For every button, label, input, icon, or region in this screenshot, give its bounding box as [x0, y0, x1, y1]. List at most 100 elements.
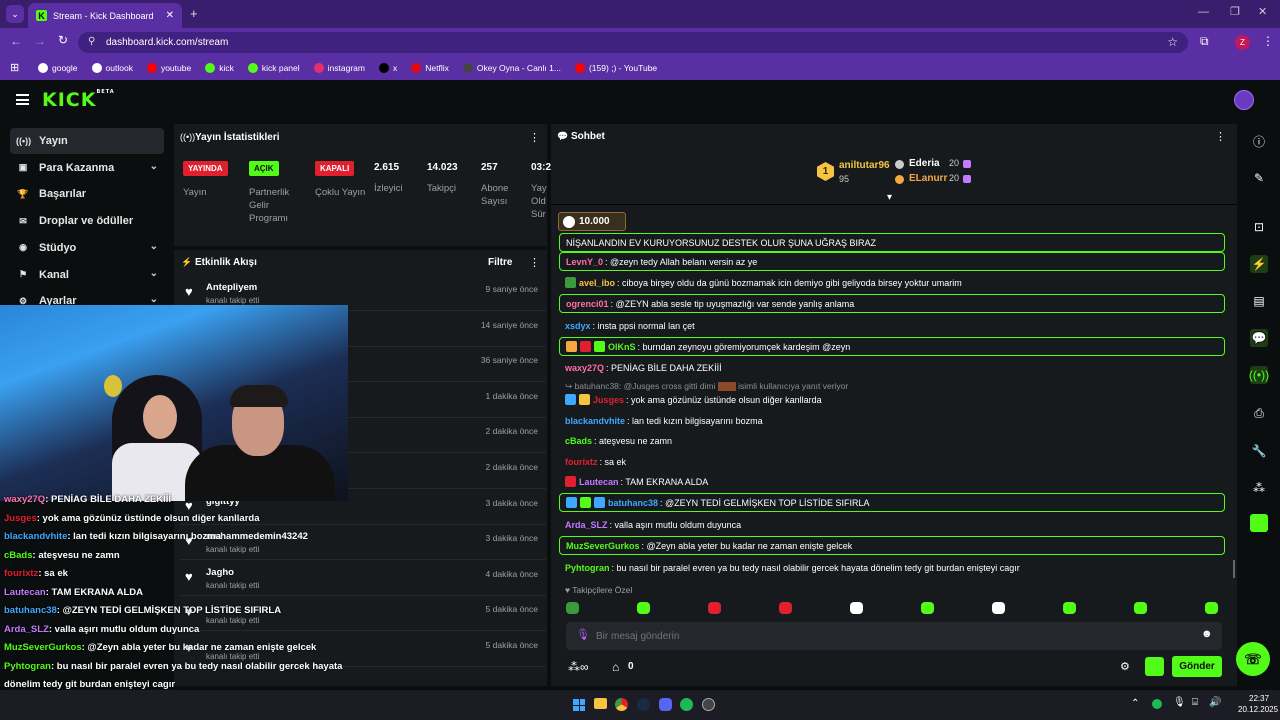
browser-tab[interactable]: K Stream - Kick Dashboard ✕	[28, 3, 182, 28]
apps-grid-icon[interactable]: ⊞	[10, 61, 19, 74]
chat-username[interactable]: avel_ibo	[579, 278, 615, 288]
emote-icon[interactable]	[992, 602, 1005, 614]
chat-username[interactable]: fourixtz	[565, 457, 598, 467]
file-explorer-icon[interactable]	[594, 698, 607, 709]
broadcast-rail-icon[interactable]: ((•))	[1249, 366, 1269, 384]
chat-message[interactable]: waxy27Q: PENİAG BİLE DAHA ZEKİİİ	[559, 358, 1225, 377]
activity-menu-icon[interactable]: ⋮	[529, 256, 540, 269]
user-avatar[interactable]	[1234, 90, 1254, 110]
activity-row[interactable]: ♥ Jagho kanalı takip etti 4 dakika önce	[180, 561, 546, 596]
wrench-icon[interactable]: 🔧	[1250, 442, 1268, 460]
spotify-icon[interactable]	[680, 698, 693, 711]
volume-icon[interactable]: 🔊	[1209, 697, 1221, 708]
chat-menu-icon[interactable]: ⋮	[1215, 130, 1226, 143]
forward-icon[interactable]: →	[34, 34, 46, 48]
chevron-down-icon[interactable]: ⌄	[150, 268, 158, 279]
extensions-icon[interactable]: ⧉	[1200, 34, 1209, 49]
chat-username[interactable]: Jusges	[593, 395, 624, 405]
url-field[interactable]: ⚲ dashboard.kick.com/stream ☆	[78, 32, 1188, 53]
emote-icon[interactable]	[637, 602, 650, 614]
chat-message[interactable]: cBads: ateşvesu ne zamn	[559, 431, 1225, 450]
chat-message[interactable]: OlKnS: burndan zeynoyu göremiyorumçek ka…	[559, 337, 1225, 356]
info-icon[interactable]: ⓘ	[1250, 132, 1268, 150]
chat-message[interactable]: xsdyx: insta ppsi normal lan çet	[559, 316, 1225, 335]
chat-message[interactable]: LevnY_0: @zeyn tedy Allah belanı versin …	[559, 252, 1225, 271]
chat-rail-icon[interactable]: 💬	[1250, 329, 1268, 347]
new-tab-button[interactable]: +	[190, 6, 198, 21]
sidebar-item[interactable]: 🏆 Başarılar	[10, 181, 164, 207]
tab-search-button[interactable]: ⌄	[6, 5, 24, 23]
reload-icon[interactable]: ↻	[58, 33, 68, 47]
chat-message[interactable]: fourixtz: sa ek	[559, 452, 1225, 471]
chat-username[interactable]: xsdyx	[565, 321, 591, 331]
bookmark-item[interactable]: kick	[205, 63, 234, 73]
bookmark-item[interactable]: google	[38, 63, 78, 73]
pinned-goal[interactable]: 10.000	[558, 212, 626, 231]
chat-username[interactable]: LevnY_0	[566, 257, 603, 267]
site-info-icon[interactable]: ⚲	[88, 36, 95, 47]
edit-icon[interactable]: ✎	[1250, 169, 1268, 187]
emote-icon[interactable]	[921, 602, 934, 614]
bookmark-item[interactable]: outlook	[91, 63, 133, 73]
chat-username[interactable]: waxy27Q	[565, 363, 604, 373]
close-window-button[interactable]: ✕	[1258, 5, 1267, 18]
emote-icon[interactable]	[779, 602, 792, 614]
chat-message[interactable]: batuhanc38: @ZEYN TEDİ GELMİŞKEN TOP LİS…	[559, 493, 1225, 512]
hamburger-menu-icon[interactable]	[16, 94, 29, 105]
gifter-name[interactable]: Ederia	[909, 158, 940, 169]
back-icon[interactable]: ←	[10, 34, 22, 48]
maximize-button[interactable]: ❐	[1230, 5, 1240, 18]
emote-icon[interactable]	[1063, 602, 1076, 614]
chat-username[interactable]: cBads	[565, 436, 592, 446]
chat-message[interactable]: MuzSeverGurkos: @Zeyn abla yeter bu kada…	[559, 536, 1225, 555]
sidebar-item[interactable]: ((•)) Yayın	[10, 128, 164, 154]
chevron-down-icon[interactable]: ⌄	[150, 161, 158, 172]
bookmark-star-icon[interactable]: ☆	[1167, 35, 1178, 49]
gifter-name[interactable]: aniltutar96	[839, 160, 890, 171]
sidebar-item[interactable]: ◉ Stüdyo ⌄	[10, 235, 164, 261]
chat-message[interactable]: Lautecan: TAM EKRANA ALDA	[559, 472, 1225, 491]
chat-username[interactable]: batuhanc38	[608, 498, 658, 508]
kick-logo[interactable]: KICKBETA	[42, 89, 115, 111]
chat-message[interactable]: blackandvhite: lan tedi kızın bilgisayar…	[559, 411, 1225, 430]
chat-username[interactable]: blackandvhite	[565, 416, 625, 426]
chat-message[interactable]: NİŞANLANDIN EV KURUYORSUNUZ DESTEK OLUR …	[559, 233, 1225, 252]
store-icon[interactable]: ⌂	[612, 660, 619, 674]
bookmark-item[interactable]: Okey Oyna - Canlı 1...	[462, 63, 561, 73]
emote-icon[interactable]	[1134, 602, 1147, 614]
chat-message-field[interactable]	[596, 627, 1156, 645]
mic-tray-icon[interactable]: 🎙	[1173, 697, 1186, 708]
chrome-icon[interactable]	[615, 698, 628, 711]
network-icon[interactable]: ⌸	[1192, 697, 1198, 708]
send-button[interactable]: Gönder	[1172, 656, 1222, 677]
tray-app-icon[interactable]	[1152, 699, 1162, 709]
browser-menu-icon[interactable]: ⋮	[1262, 34, 1274, 48]
steam-icon[interactable]	[637, 698, 650, 711]
emote-icon[interactable]	[850, 602, 863, 614]
chat-bot-icon[interactable]	[1145, 657, 1164, 676]
chevron-down-icon[interactable]: ⌄	[150, 241, 158, 252]
screenshot-icon[interactable]: ⊡	[1250, 218, 1268, 236]
chat-username[interactable]: ogrenci01	[566, 299, 609, 309]
chevron-down-icon[interactable]: ⌄	[150, 294, 158, 305]
activity-rail-icon[interactable]: ⚡	[1250, 255, 1268, 273]
points-icon[interactable]: ⁂∞	[568, 660, 589, 674]
tray-chevron-icon[interactable]: ⌃	[1131, 698, 1139, 709]
sidebar-item[interactable]: ⚑ Kanal ⌄	[10, 262, 164, 288]
chat-settings-icon[interactable]: ⚙	[1120, 660, 1130, 673]
bookmark-item[interactable]: x	[378, 63, 397, 73]
bookmark-item[interactable]: youtube	[146, 63, 191, 73]
bookmark-item[interactable]: instagram	[313, 63, 365, 73]
chat-username[interactable]: MuzSeverGurkos	[566, 541, 640, 551]
chat-username[interactable]: OlKnS	[608, 342, 636, 352]
chat-username[interactable]: Arda_SLZ	[565, 520, 608, 530]
emoji-icon[interactable]: ☻	[1201, 628, 1213, 640]
help-fab[interactable]: ☏	[1236, 642, 1270, 676]
emote-icon[interactable]	[1205, 602, 1218, 614]
obs-icon[interactable]	[702, 698, 715, 711]
sidebar-item[interactable]: ▣ Para Kazanma ⌄	[10, 155, 164, 181]
app-icon[interactable]	[1250, 514, 1268, 532]
notes-icon[interactable]: ▤	[1250, 292, 1268, 310]
minimize-button[interactable]: —	[1198, 6, 1209, 18]
sidebar-item[interactable]: ✉ Droplar ve ödüller	[10, 208, 164, 234]
